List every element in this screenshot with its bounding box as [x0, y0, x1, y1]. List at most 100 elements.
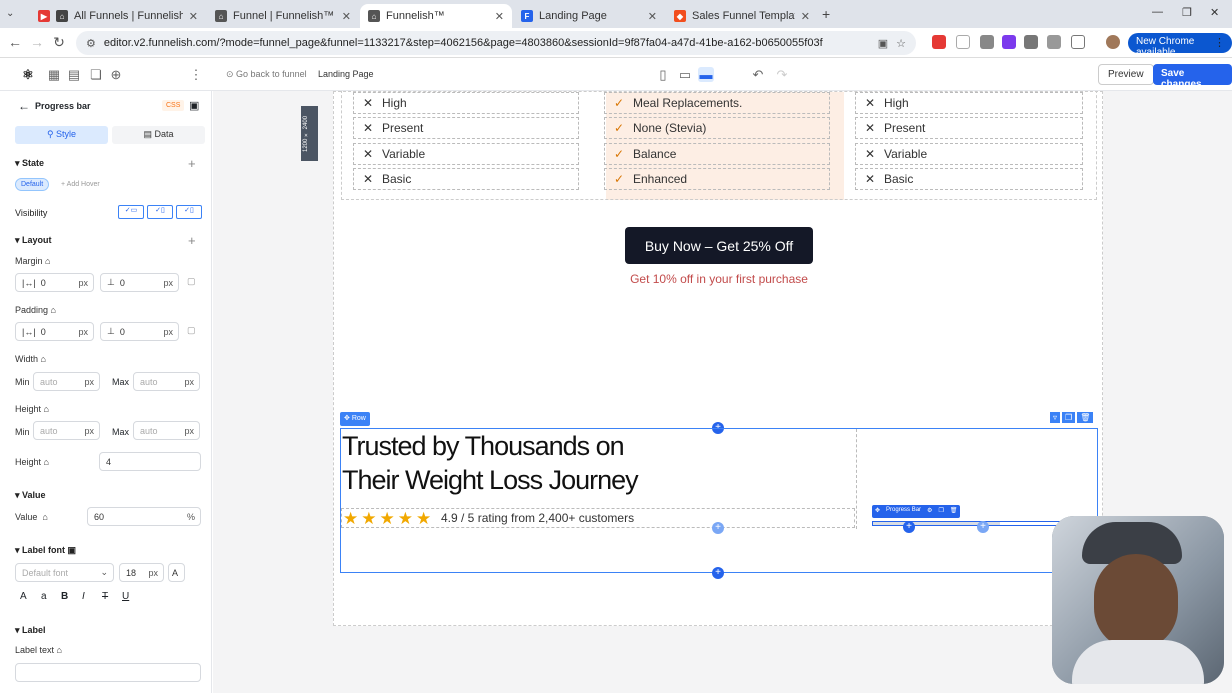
state-default-chip[interactable]: Default	[15, 178, 50, 191]
extension-icon[interactable]	[980, 35, 994, 49]
tab-figma[interactable]: ◆ Sales Funnel Template – Figma✕	[666, 4, 818, 28]
duplicate-icon[interactable]: ❐	[1062, 412, 1076, 423]
new-tab-icon[interactable]: +	[822, 6, 830, 22]
extension-purple-icon[interactable]	[1002, 35, 1016, 49]
extension-red-icon[interactable]	[932, 35, 946, 49]
css-badge[interactable]: CSS	[162, 100, 185, 111]
close-icon[interactable]: ✕	[648, 10, 657, 23]
row-tag[interactable]: ✥ Row	[340, 412, 370, 426]
height-min-input[interactable]: auto px	[33, 421, 100, 440]
add-inline-icon[interactable]: +	[712, 522, 724, 534]
italic-icon[interactable]: I	[82, 591, 85, 602]
site-settings-icon[interactable]: ⚙	[86, 37, 96, 50]
duplicate-icon[interactable]: ❐	[938, 507, 943, 516]
margin-left-input[interactable]: |↔| 0 px	[15, 273, 94, 292]
font-color-button[interactable]: A	[168, 563, 185, 582]
extension-icon[interactable]	[1047, 35, 1061, 49]
value-input[interactable]: 60%	[87, 507, 201, 526]
width-min-input[interactable]: auto px	[33, 372, 100, 391]
save-block-icon[interactable]: ▿	[1050, 412, 1061, 423]
state-section[interactable]: ▾ State	[15, 158, 44, 169]
tab-all-funnels[interactable]: ▶ ⌂ All Funnels | Funnelish™✕	[30, 4, 206, 28]
more-icon[interactable]: ⋮	[188, 67, 204, 83]
menu-dots-icon[interactable]: ⋮	[1214, 36, 1225, 49]
reload-icon[interactable]: ↻	[50, 34, 68, 51]
progress-bar-tag[interactable]: ✥ Progress Bar ⚙ ❐ 🗑	[872, 505, 961, 518]
label-text-input[interactable]	[15, 663, 201, 682]
close-icon[interactable]: ✕	[495, 10, 504, 23]
close-icon[interactable]: ✕	[801, 10, 810, 23]
extension-icon[interactable]	[956, 35, 970, 49]
install-icon[interactable]: ▣	[878, 37, 888, 50]
font-family-select[interactable]: Default font ⌄	[15, 563, 114, 582]
minimize-icon[interactable]: —	[1152, 6, 1163, 18]
maximize-icon[interactable]: ❐	[1182, 6, 1192, 19]
tab-data[interactable]: ▤ Data	[112, 126, 205, 144]
settings-icon[interactable]: ⚙	[927, 507, 932, 516]
lowercase-icon[interactable]: a	[41, 591, 47, 602]
go-back-link[interactable]: ⊙ Go back to funnel	[226, 69, 307, 80]
visibility-mobile-toggle[interactable]: ✓▯	[176, 205, 202, 219]
close-icon[interactable]: ✕	[189, 10, 198, 23]
font-size-input[interactable]: 18 px	[119, 563, 164, 582]
browser-toolbar: ← → ↻ ⚙ editor.v2.funnelish.com/?mode=fu…	[0, 28, 1232, 58]
tab-funnelish[interactable]: ⌂ Funnelish™ ✕	[360, 4, 512, 28]
desktop-view-icon[interactable]: ▬	[698, 67, 714, 82]
bookmark-star-icon[interactable]: ☆	[896, 37, 906, 50]
label-section[interactable]: ▾ Label	[15, 625, 46, 636]
label-font-section[interactable]: ▾ Label font ▣	[15, 545, 76, 556]
height-value-input[interactable]: 4	[99, 452, 201, 471]
visibility-desktop-toggle[interactable]: ✓▭	[118, 205, 144, 219]
extension-icon[interactable]	[1024, 35, 1038, 49]
link-sides-icon[interactable]: ▢	[187, 276, 196, 287]
delete-icon[interactable]: 🗑	[1077, 412, 1094, 423]
save-changes-button[interactable]: Save changes	[1153, 64, 1232, 90]
tab-style[interactable]: ⚲ Style	[15, 126, 108, 144]
preview-button[interactable]: Preview	[1098, 64, 1154, 85]
add-layout-icon[interactable]: +	[188, 233, 196, 248]
resize-handle[interactable]: +	[977, 521, 989, 533]
align-icon[interactable]: A	[20, 591, 27, 602]
height-max-input[interactable]: auto px	[133, 421, 200, 440]
grid-icon[interactable]: ▦	[46, 67, 62, 83]
tab-search-icon[interactable]: ⌄	[6, 8, 14, 19]
save-icon[interactable]: ▣	[189, 99, 199, 112]
close-icon[interactable]: ✕	[342, 10, 351, 23]
back-arrow-icon[interactable]: ←	[6, 34, 24, 50]
back-arrow-icon[interactable]: ←	[18, 99, 30, 113]
add-circle-icon[interactable]: ⊕	[108, 67, 124, 83]
star-icon: ★	[397, 509, 413, 528]
add-row-icon[interactable]: +	[712, 567, 724, 579]
delete-icon[interactable]: 🗑	[950, 507, 958, 516]
layout-section[interactable]: ▾ Layout	[15, 235, 52, 246]
tab-funnel[interactable]: ⌂ Funnel | Funnelish™ ✕	[207, 4, 359, 28]
padding-left-input[interactable]: |↔| 0 px	[15, 322, 94, 341]
layers-icon[interactable]: ▤	[66, 67, 82, 83]
pages-icon[interactable]: ❏	[88, 67, 104, 83]
tab-landing-page[interactable]: F Landing Page ✕	[513, 4, 665, 28]
avatar[interactable]	[1106, 35, 1120, 49]
bold-icon[interactable]: B	[61, 591, 68, 602]
add-hover-link[interactable]: + Add Hover	[61, 181, 100, 188]
address-bar[interactable]: ⚙ editor.v2.funnelish.com/?mode=funnel_p…	[76, 31, 916, 55]
puzzle-icon[interactable]	[1071, 35, 1085, 49]
add-state-icon[interactable]: +	[188, 156, 196, 171]
redo-icon[interactable]: ↷	[774, 67, 790, 83]
strikethrough-icon[interactable]: T	[102, 591, 108, 602]
link-sides-icon[interactable]: ▢	[187, 325, 196, 336]
mobile-view-icon[interactable]: ▯	[655, 67, 671, 83]
window-close-icon[interactable]: ✕	[1210, 6, 1219, 19]
funnelish-logo-icon[interactable]: ⚛	[20, 67, 36, 83]
visibility-tablet-toggle[interactable]: ✓▯	[147, 205, 173, 219]
buy-now-button[interactable]: Buy Now – Get 25% Off	[625, 227, 813, 264]
add-below-icon[interactable]: +	[903, 521, 915, 533]
padding-top-input[interactable]: ⊥ 0 px	[100, 322, 179, 341]
forward-arrow-icon[interactable]: →	[28, 34, 46, 50]
width-max-input[interactable]: auto px	[133, 372, 200, 391]
padding-label: Padding ⌂	[15, 305, 56, 315]
tablet-view-icon[interactable]: ▭	[677, 67, 693, 83]
underline-icon[interactable]: U	[122, 591, 129, 602]
undo-icon[interactable]: ↶	[750, 67, 766, 83]
value-section[interactable]: ▾ Value	[15, 490, 46, 501]
margin-top-input[interactable]: ⊥ 0 px	[100, 273, 179, 292]
